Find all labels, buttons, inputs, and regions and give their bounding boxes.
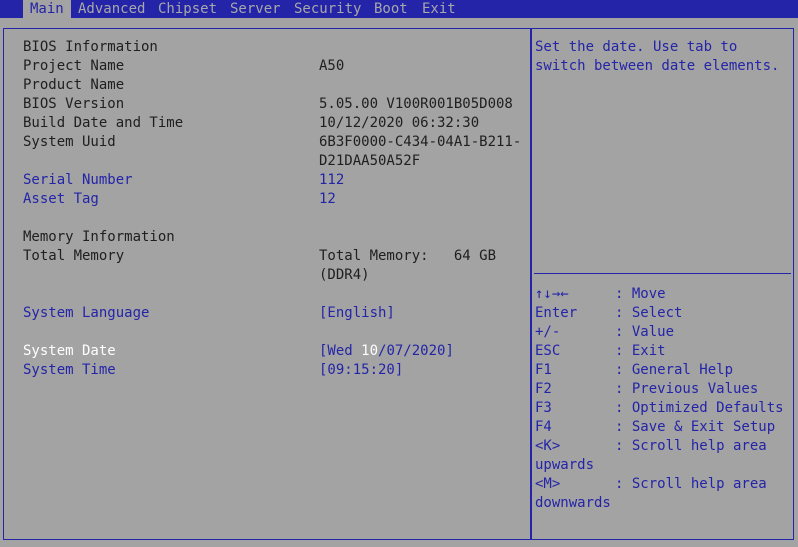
date-suffix: /07/2020] — [378, 343, 454, 359]
system-uuid-value-line1: 6B3F0000-C434-04A1-B211- — [319, 134, 522, 150]
bios-version-value: 5.05.00 V100R001B05D008 — [319, 96, 513, 112]
tab-chipset[interactable]: Chipset — [151, 0, 224, 18]
project-name-value: A50 — [319, 58, 345, 74]
key-legend-desc: : Previous Values — [615, 381, 759, 397]
key-legend-desc: : Move — [615, 286, 666, 302]
system-date-value[interactable]: [Wed 10/07/2020] — [319, 342, 454, 361]
memory-info-heading: Memory Information — [23, 229, 175, 245]
serial-number-label[interactable]: Serial Number — [23, 171, 133, 190]
build-date-label: Build Date and Time — [23, 115, 184, 131]
tab-exit[interactable]: Exit — [415, 0, 463, 18]
panel-divider — [530, 28, 532, 540]
key-legend-desc: : Exit — [615, 343, 666, 359]
system-language-label[interactable]: System Language — [23, 304, 149, 323]
key-legend-key: F4 — [535, 419, 552, 435]
key-legend-desc: : General Help — [615, 362, 734, 378]
total-memory-label: Total Memory — [23, 248, 125, 264]
key-legend-desc: : Scroll help area — [615, 438, 767, 454]
tab-boot[interactable]: Boot — [367, 0, 415, 18]
key-legend-key: F1 — [535, 362, 552, 378]
key-legend-desc: : Value — [615, 324, 675, 340]
key-legend-key: F2 — [535, 381, 552, 397]
key-legend-key: <M> — [535, 476, 561, 492]
key-legend-desc: : Scroll help area — [615, 476, 767, 492]
system-time-label[interactable]: System Time — [23, 361, 116, 380]
date-selected-field[interactable]: 10 — [361, 343, 378, 359]
date-prefix: [Wed — [319, 343, 362, 359]
help-divider — [534, 273, 791, 274]
key-legend-key: upwards — [535, 457, 595, 473]
key-legend-key: +/- — [535, 324, 561, 340]
key-legend-key: Enter — [535, 305, 578, 321]
project-name-label: Project Name — [23, 58, 125, 74]
menu-bar: Main Advanced Chipset Server Security Bo… — [0, 0, 798, 18]
help-text: Set the date. Use tab to switch between … — [535, 39, 780, 74]
system-uuid-label: System Uuid — [23, 134, 116, 150]
bios-version-label: BIOS Version — [23, 96, 125, 112]
key-legend-desc: : Select — [615, 305, 683, 321]
key-legend-key: F3 — [535, 400, 552, 416]
system-time-value[interactable]: [09:15:20] — [319, 361, 403, 380]
bios-info-heading: BIOS Information — [23, 39, 158, 55]
system-uuid-value-line2: D21DAA50A52F — [319, 153, 421, 169]
key-legend-desc: : Optimized Defaults — [615, 400, 784, 416]
total-memory-value-line1: Total Memory: 64 GB — [319, 248, 497, 264]
tab-server[interactable]: Server — [223, 0, 288, 18]
system-language-value[interactable]: [English] — [319, 304, 395, 323]
product-name-label: Product Name — [23, 77, 125, 93]
key-legend-key: ↑↓→← — [535, 286, 569, 302]
asset-tag-label[interactable]: Asset Tag — [23, 190, 99, 209]
serial-number-value[interactable]: 112 — [319, 171, 344, 190]
tab-advanced[interactable]: Advanced — [71, 0, 152, 18]
tab-main[interactable]: Main — [23, 0, 71, 18]
tab-security[interactable]: Security — [287, 0, 368, 18]
key-legend-key: <K> — [535, 438, 561, 454]
asset-tag-value[interactable]: 12 — [319, 190, 336, 209]
key-legend-key: downwards — [535, 495, 611, 511]
total-memory-value-line2: (DDR4) — [319, 267, 370, 283]
key-legend-desc: : Save & Exit Setup — [615, 419, 776, 435]
build-date-value: 10/12/2020 06:32:30 — [319, 115, 480, 131]
key-legend-key: ESC — [535, 343, 561, 359]
system-date-label[interactable]: System Date — [23, 342, 116, 361]
